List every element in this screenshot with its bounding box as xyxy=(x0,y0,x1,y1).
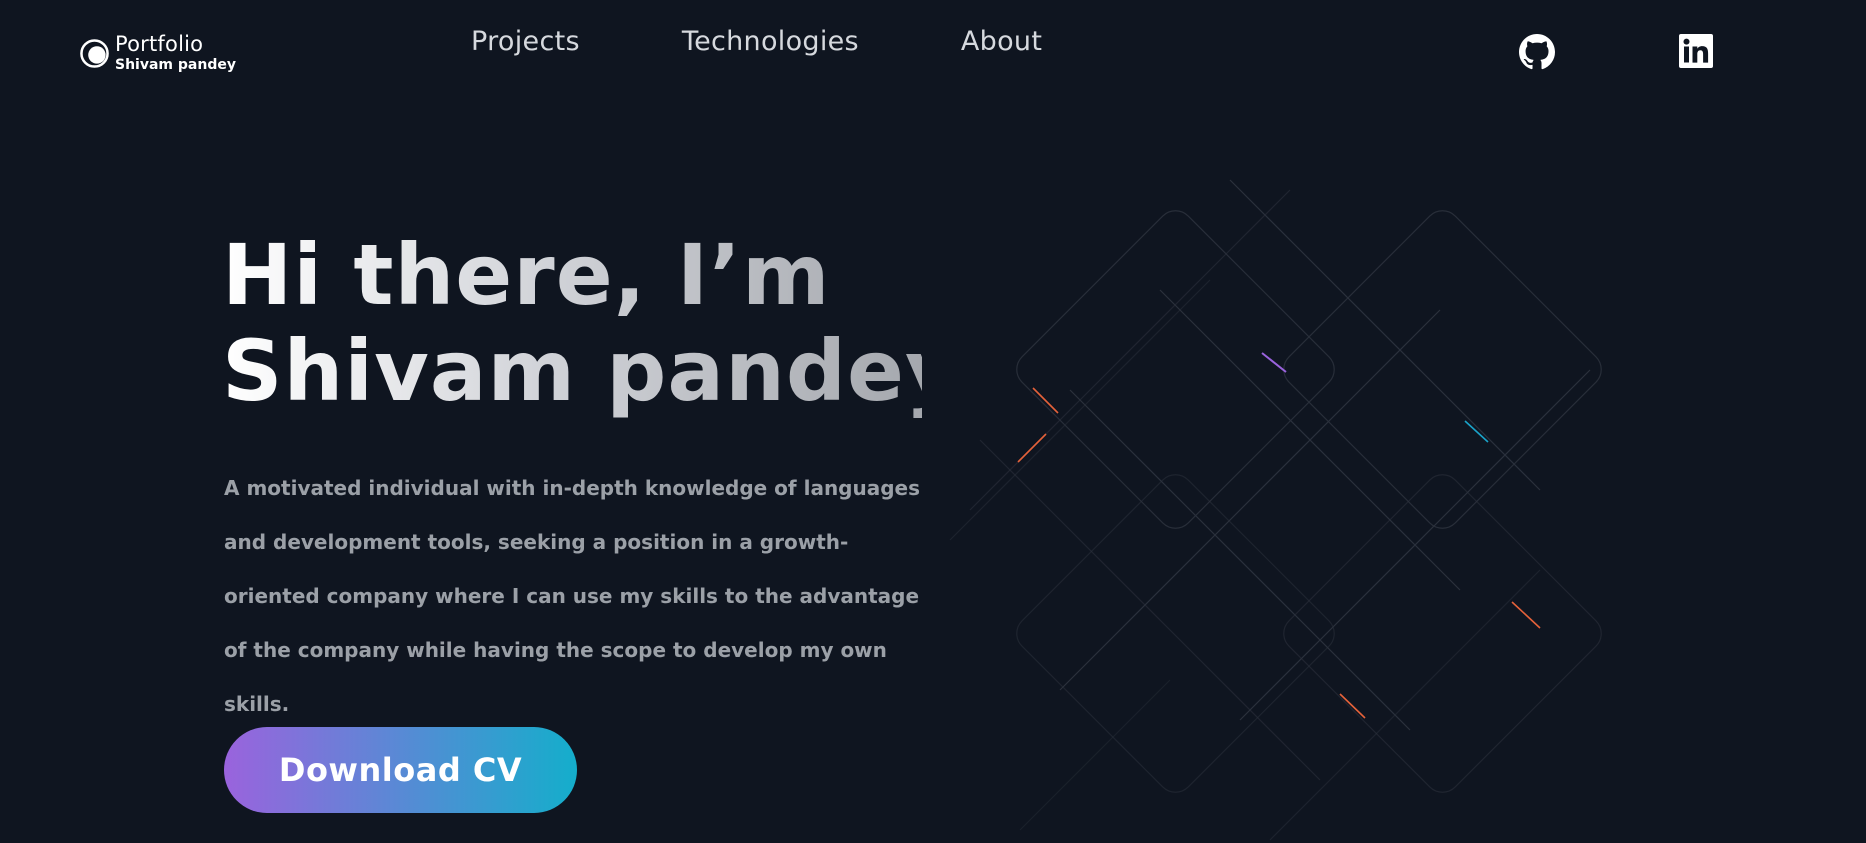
grid-line xyxy=(979,439,1321,781)
grid-diamond-left xyxy=(1016,210,1335,529)
logo[interactable]: Portfolio Shivam pandey xyxy=(80,34,236,72)
main-nav: Projects Technologies About xyxy=(471,26,1042,57)
glint-cyan xyxy=(1464,420,1489,443)
grid-diamond-right xyxy=(1283,210,1602,529)
decorative-grid-graphic xyxy=(949,179,1602,841)
nav-link-about[interactable]: About xyxy=(961,26,1042,57)
bio-paragraph: A motivated individual with in-depth kno… xyxy=(224,476,921,716)
github-icon xyxy=(1519,34,1555,70)
nav-link-technologies[interactable]: Technologies xyxy=(682,26,859,57)
grid-line xyxy=(1269,569,1541,841)
grid-line xyxy=(1069,389,1411,731)
glint-orange xyxy=(1339,693,1366,719)
grid-line xyxy=(949,279,1211,541)
linkedin-link[interactable] xyxy=(1679,34,1713,68)
logo-text: Portfolio Shivam pandey xyxy=(115,32,236,73)
glint-purple xyxy=(1261,352,1287,373)
github-link[interactable] xyxy=(1519,34,1555,70)
grid-line xyxy=(1229,179,1541,491)
grid-line xyxy=(1059,309,1441,691)
download-cv-button[interactable]: Download CV xyxy=(224,727,577,813)
glint-orange xyxy=(1511,601,1541,629)
logo-title: Portfolio xyxy=(115,32,204,56)
linkedin-icon xyxy=(1679,34,1713,68)
hero-title-line-2: Shivam pandey. xyxy=(222,322,986,420)
hero-title-line-1: Hi there, I’m xyxy=(222,226,831,324)
grid-line xyxy=(1019,679,1171,831)
grid-diamond-bottom-left xyxy=(1016,474,1335,793)
portfolio-page: Portfolio Shivam pandey Projects Technol… xyxy=(0,0,1866,843)
logo-icon xyxy=(80,38,109,68)
hero-title: Hi there, I’m Shivam pandey. xyxy=(222,227,922,419)
logo-subtitle: Shivam pandey xyxy=(115,57,236,73)
nav-link-projects[interactable]: Projects xyxy=(471,26,580,57)
glint-orange xyxy=(1032,387,1059,414)
